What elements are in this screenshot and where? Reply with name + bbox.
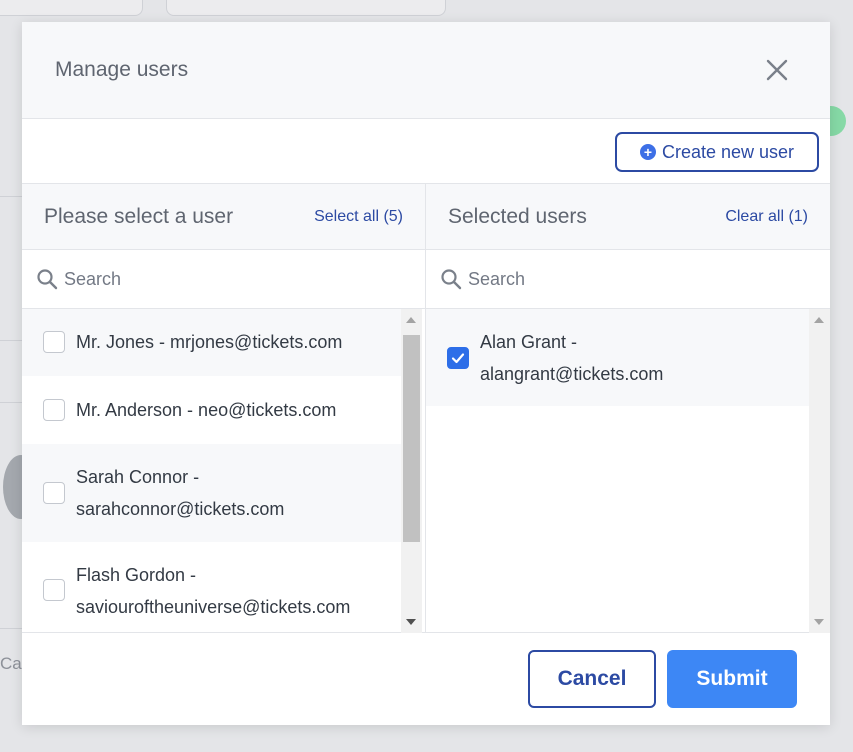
panel-title: Please select a user	[44, 205, 234, 228]
selected-users-panel: Selected users Clear all (1) Search Alan…	[426, 184, 830, 633]
background-tab	[0, 0, 143, 16]
scroll-thumb[interactable]	[403, 335, 420, 542]
panel-title: Selected users	[448, 205, 587, 228]
select-all-link[interactable]: Select all (5)	[314, 208, 403, 226]
available-users-list: Mr. Jones - mrjones@tickets.com Mr. Ande…	[22, 309, 405, 633]
user-label-line: Mr. Jones - mrjones@tickets.com	[76, 332, 343, 352]
available-users-panel: Please select a user Select all (5) Mr. …	[22, 184, 426, 633]
user-label: Flash Gordon - saviouroftheuniverse@tick…	[76, 559, 396, 623]
background-tab	[166, 0, 446, 16]
selected-users-search-input[interactable]	[468, 264, 798, 294]
background-text: Ca	[0, 654, 22, 673]
user-label-line: Flash Gordon -	[76, 565, 197, 585]
plus-circle-icon: +	[639, 144, 656, 160]
background-divider	[0, 402, 22, 403]
create-new-user-button[interactable]: + Create new user	[615, 132, 819, 172]
list-item[interactable]: Mr. Anderson - neo@tickets.com	[22, 376, 405, 444]
checkbox[interactable]	[43, 579, 65, 601]
user-label-line: sarahconnor@tickets.com	[76, 499, 285, 519]
checkmark-icon	[451, 353, 465, 364]
user-label-line: saviouroftheuniverse@tickets.com	[76, 597, 351, 617]
user-label: Sarah Connor - sarahconnor@tickets.com	[76, 461, 396, 525]
search-row	[426, 250, 830, 309]
scroll-down-arrow-icon[interactable]	[406, 619, 416, 625]
user-label: Alan Grant - alangrant@tickets.com	[480, 326, 800, 390]
user-label: Mr. Jones - mrjones@tickets.com	[76, 326, 396, 358]
user-label-line: alangrant@tickets.com	[480, 364, 664, 384]
list-item[interactable]: Alan Grant - alangrant@tickets.com	[426, 309, 809, 406]
available-users-search-input[interactable]	[64, 264, 394, 294]
user-label-line: Mr. Anderson - neo@tickets.com	[76, 400, 337, 420]
panel-header: Please select a user Select all (5)	[22, 184, 425, 250]
scroll-up-arrow-icon[interactable]	[814, 317, 824, 323]
checkbox[interactable]	[43, 399, 65, 421]
background-divider	[0, 340, 22, 341]
user-panels: Please select a user Select all (5) Mr. …	[22, 183, 830, 633]
user-label: Mr. Anderson - neo@tickets.com	[76, 394, 396, 426]
cancel-button[interactable]: Cancel	[528, 650, 656, 708]
search-row	[22, 250, 425, 309]
close-icon	[766, 59, 788, 81]
selected-users-list: Alan Grant - alangrant@tickets.com	[426, 309, 809, 633]
list-item[interactable]: Flash Gordon - saviouroftheuniverse@tick…	[22, 542, 405, 633]
modal-title: Manage users	[55, 58, 189, 81]
search-icon	[37, 269, 58, 290]
background-divider	[0, 196, 22, 197]
checkbox[interactable]	[43, 482, 65, 504]
submit-button[interactable]: Submit	[667, 650, 797, 708]
list-item[interactable]: Sarah Connor - sarahconnor@tickets.com	[22, 444, 405, 542]
create-new-user-label: Create new user	[661, 141, 795, 162]
close-button[interactable]	[762, 55, 792, 85]
scrollbar[interactable]	[401, 309, 422, 633]
list-item[interactable]: Mr. Jones - mrjones@tickets.com	[22, 309, 405, 376]
scroll-up-arrow-icon[interactable]	[406, 317, 416, 323]
user-label-line: Sarah Connor -	[76, 467, 200, 487]
checkbox[interactable]	[447, 347, 469, 369]
clear-all-link[interactable]: Clear all (1)	[725, 208, 808, 226]
scroll-down-arrow-icon[interactable]	[814, 619, 824, 625]
background-divider	[0, 628, 22, 629]
modal-header: Manage users	[22, 22, 830, 119]
search-icon	[441, 269, 462, 290]
user-label-line: Alan Grant -	[480, 332, 578, 352]
checkbox[interactable]	[43, 331, 65, 353]
manage-users-modal: Manage users + Create new user Please se…	[22, 22, 830, 725]
scrollbar[interactable]	[809, 309, 830, 633]
panel-header: Selected users Clear all (1)	[426, 184, 830, 250]
